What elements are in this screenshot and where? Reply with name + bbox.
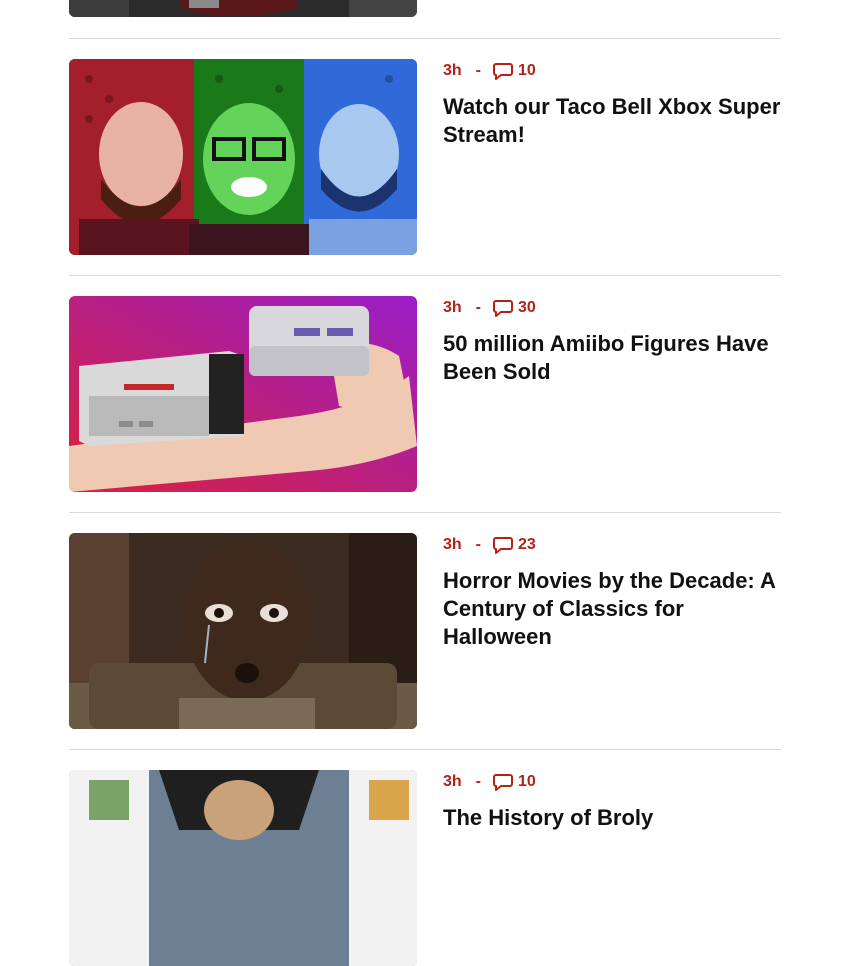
meta-separator: -	[475, 299, 481, 316]
article-thumbnail[interactable]	[69, 296, 417, 492]
article-thumbnail[interactable]	[69, 770, 417, 966]
comment-count[interactable]: 10	[518, 773, 536, 791]
article-age: 3h	[443, 773, 462, 790]
article-thumbnail[interactable]	[69, 59, 417, 255]
meta-separator: -	[475, 62, 481, 79]
divider	[69, 275, 781, 276]
article-feed: 3h - 10 Watch our Taco Bell Xbox Super S…	[69, 0, 781, 966]
article-card[interactable]: 3h - 10 Watch our Taco Bell Xbox Super S…	[69, 59, 781, 255]
comment-icon[interactable]	[493, 536, 513, 554]
article-title[interactable]: Horror Movies by the Decade: A Century o…	[443, 567, 783, 651]
crying-man-thumbnail-icon	[69, 533, 417, 729]
comment-icon[interactable]	[493, 62, 513, 80]
comment-icon[interactable]	[493, 299, 513, 317]
anime-fighters-thumbnail-icon	[69, 770, 417, 966]
article-title[interactable]: The History of Broly	[443, 804, 783, 832]
article-thumbnail[interactable]	[69, 533, 417, 729]
meta-separator: -	[475, 536, 481, 553]
article-meta: 3h - 10	[443, 61, 536, 81]
article-age: 3h	[443, 536, 462, 553]
article-title[interactable]: Watch our Taco Bell Xbox Super Stream!	[443, 93, 783, 149]
article-card[interactable]: 3h - 23 Horror Movies by the Decade: A C…	[69, 533, 781, 729]
article-card[interactable]: 3h - 10 The History of Broly	[69, 770, 781, 966]
article-meta: 3h - 30	[443, 298, 536, 318]
comment-count[interactable]: 10	[518, 62, 536, 80]
meta-separator: -	[475, 773, 481, 790]
three-hosts-thumbnail-icon	[69, 59, 417, 255]
article-title[interactable]: 50 million Amiibo Figures Have Been Sold	[443, 330, 783, 386]
article-meta: 3h - 10	[443, 772, 536, 792]
article-age: 3h	[443, 62, 462, 79]
comment-count[interactable]: 23	[518, 536, 536, 554]
article-age: 3h	[443, 299, 462, 316]
article-card[interactable]: 3h - 30 50 million Amiibo Figures Have B…	[69, 296, 781, 492]
comment-icon[interactable]	[493, 773, 513, 791]
article-meta: 3h - 23	[443, 535, 536, 555]
retro-consoles-thumbnail-icon	[69, 296, 417, 492]
divider	[69, 512, 781, 513]
divider	[69, 749, 781, 750]
comment-count[interactable]: 30	[518, 299, 536, 317]
